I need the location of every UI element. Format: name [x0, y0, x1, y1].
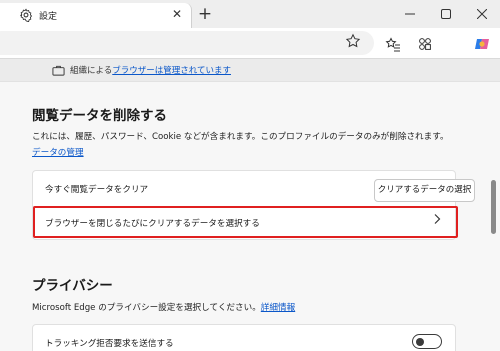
- window-close-button[interactable]: [464, 0, 500, 28]
- do-not-track-toggle[interactable]: [412, 334, 442, 349]
- close-icon: [477, 9, 487, 19]
- star-icon[interactable]: [345, 33, 361, 49]
- tab-settings[interactable]: 設定 ✕: [0, 3, 192, 28]
- new-tab-button[interactable]: +: [195, 4, 215, 24]
- privacy-description: Microsoft Edge のプライバシー設定を選択してください。詳細情報: [32, 300, 456, 316]
- managed-link[interactable]: ブラウザーは管理されています: [112, 66, 231, 76]
- manage-data-link[interactable]: データの管理: [32, 148, 84, 158]
- copilot-icon[interactable]: [474, 36, 490, 52]
- toolbar: [0, 28, 500, 58]
- scrollbar-thumb[interactable]: [491, 180, 496, 234]
- managed-text: 組織によるブラウザーは管理されています: [70, 64, 231, 76]
- tab-close-icon[interactable]: ✕: [169, 6, 185, 22]
- clear-data-title: 閲覧データを削除する: [32, 108, 167, 124]
- chevron-right-icon: [434, 214, 441, 224]
- privacy-details-link[interactable]: 詳細情報: [261, 303, 295, 313]
- managed-prefix: 組織による: [70, 66, 113, 76]
- privacy-card: トラッキング拒否要求を送信する: [32, 324, 456, 351]
- toggle-knob: [416, 337, 424, 346]
- privacy-desc-text: Microsoft Edge のプライバシー設定を選択してください。: [32, 303, 261, 313]
- tab-title: 設定: [39, 12, 58, 22]
- privacy-title: プライバシー: [32, 278, 113, 294]
- do-not-track-label: トラッキング拒否要求を送信する: [45, 339, 174, 349]
- clear-now-label: 今すぐ閲覧データをクリア: [45, 185, 149, 195]
- maximize-icon: [441, 9, 451, 19]
- address-bar[interactable]: [0, 31, 374, 55]
- minimize-button[interactable]: [392, 0, 428, 28]
- clear-data-description: これには、履歴、パスワード、Cookie などが含まれます。このプロファイルのデ…: [32, 129, 456, 161]
- clear-data-desc-text: これには、履歴、パスワード、Cookie などが含まれます。このプロファイルのデ…: [32, 132, 449, 142]
- favorites-icon[interactable]: [385, 36, 401, 52]
- managed-banner: 組織によるブラウザーは管理されています: [0, 58, 500, 82]
- choose-data-to-clear-button[interactable]: クリアするデータの選択: [374, 179, 475, 202]
- minimize-icon: [405, 13, 415, 15]
- highlight-box: [33, 206, 458, 238]
- gear-icon: [20, 8, 33, 22]
- plus-icon: +: [197, 4, 213, 24]
- title-bar: 設定 ✕ +: [0, 0, 500, 28]
- extensions-icon[interactable]: [417, 36, 433, 52]
- maximize-button[interactable]: [428, 0, 464, 28]
- scrollbar[interactable]: [488, 82, 500, 351]
- briefcase-icon: [52, 65, 65, 76]
